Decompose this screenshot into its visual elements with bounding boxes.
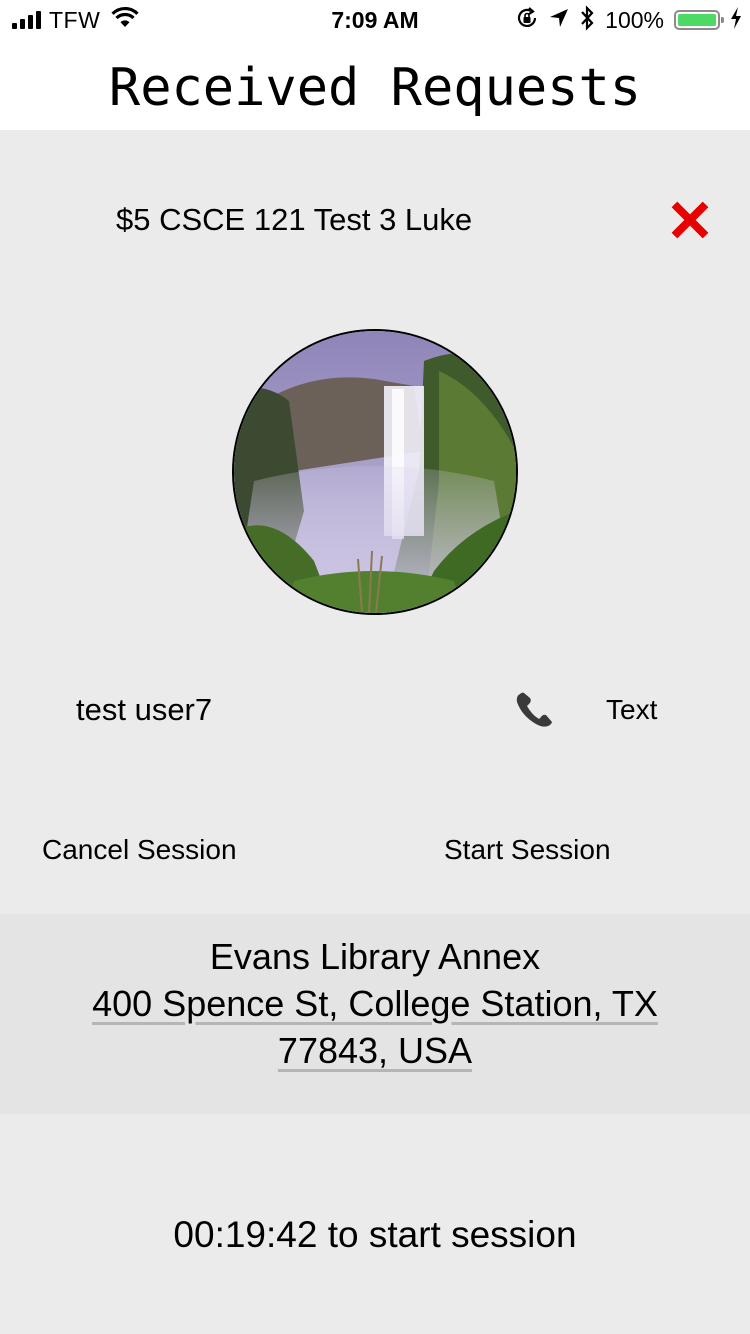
location-arrow-icon (549, 8, 569, 33)
charging-bolt-icon (730, 6, 742, 34)
orientation-lock-icon (515, 6, 539, 35)
close-icon[interactable] (666, 196, 714, 244)
page-title: Received Requests (108, 58, 642, 118)
text-button[interactable]: Text (606, 692, 657, 728)
navigation-header: Received Requests (0, 40, 750, 130)
status-right: 100% (515, 4, 742, 36)
bluetooth-icon (579, 4, 595, 36)
battery-percent: 100% (605, 6, 664, 33)
avatar (232, 329, 518, 615)
battery-icon (674, 10, 724, 30)
user-name: test user7 (76, 692, 213, 727)
phone-icon[interactable] (512, 688, 558, 732)
request-title: $5 CSCE 121 Test 3 Luke (116, 202, 473, 237)
location-name: Evans Library Annex (209, 936, 541, 977)
status-bar: TFW 7:09 AM 100% (0, 0, 750, 40)
waterfall-photo (234, 331, 516, 613)
session-countdown: 00:19:42 to start session (173, 1214, 577, 1255)
location-panel: Evans Library Annex 400 Spence St, Colle… (0, 914, 750, 1114)
cancel-session-button[interactable]: Cancel Session (42, 832, 237, 868)
location-address-link[interactable]: 400 Spence St, College Station, TX 77843… (40, 980, 710, 1074)
start-session-button[interactable]: Start Session (444, 832, 611, 868)
